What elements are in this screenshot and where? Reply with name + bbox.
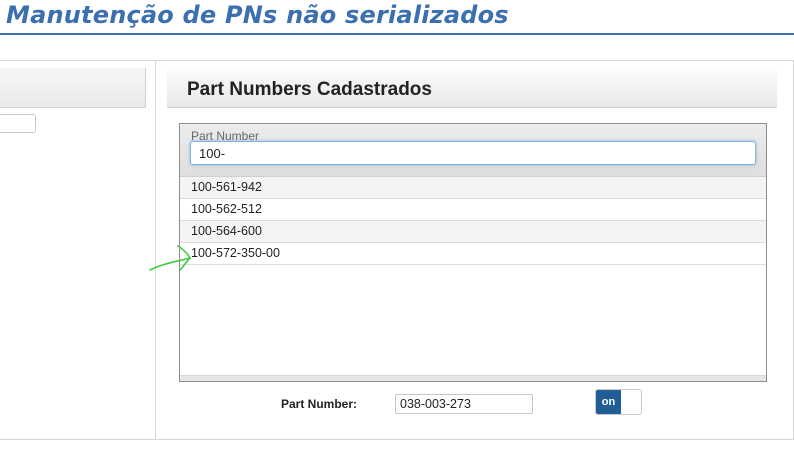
list-item[interactable]: 100-561-942 (180, 177, 766, 199)
list-item[interactable]: 100-564-600 (180, 221, 766, 243)
left-panel-header (0, 68, 146, 108)
list-footer (180, 375, 766, 381)
page-title: Manutenção de PNs não serializados (6, 1, 509, 29)
list-item[interactable]: 100-572-350-00 (180, 243, 766, 265)
left-panel (0, 60, 156, 440)
list-rows: 100-561-942 100-562-512 100-564-600 100-… (180, 177, 766, 265)
right-panel-title: Part Numbers Cadastrados (187, 79, 432, 100)
title-underline (0, 33, 794, 35)
right-panel-header: Part Numbers Cadastrados (167, 71, 777, 108)
part-number-field[interactable] (395, 394, 533, 414)
part-number-list: Part Number 100-561-942 100-562-512 100-… (179, 123, 767, 382)
on-off-toggle[interactable]: on (595, 389, 642, 415)
list-item[interactable]: 100-562-512 (180, 199, 766, 221)
list-search-area: Part Number (180, 124, 766, 177)
arrow-annotation-icon (149, 245, 191, 271)
left-panel-input[interactable] (0, 114, 36, 133)
toggle-on-label: on (596, 390, 621, 414)
part-number-label: Part Number: (281, 397, 358, 411)
search-input[interactable] (190, 141, 756, 165)
